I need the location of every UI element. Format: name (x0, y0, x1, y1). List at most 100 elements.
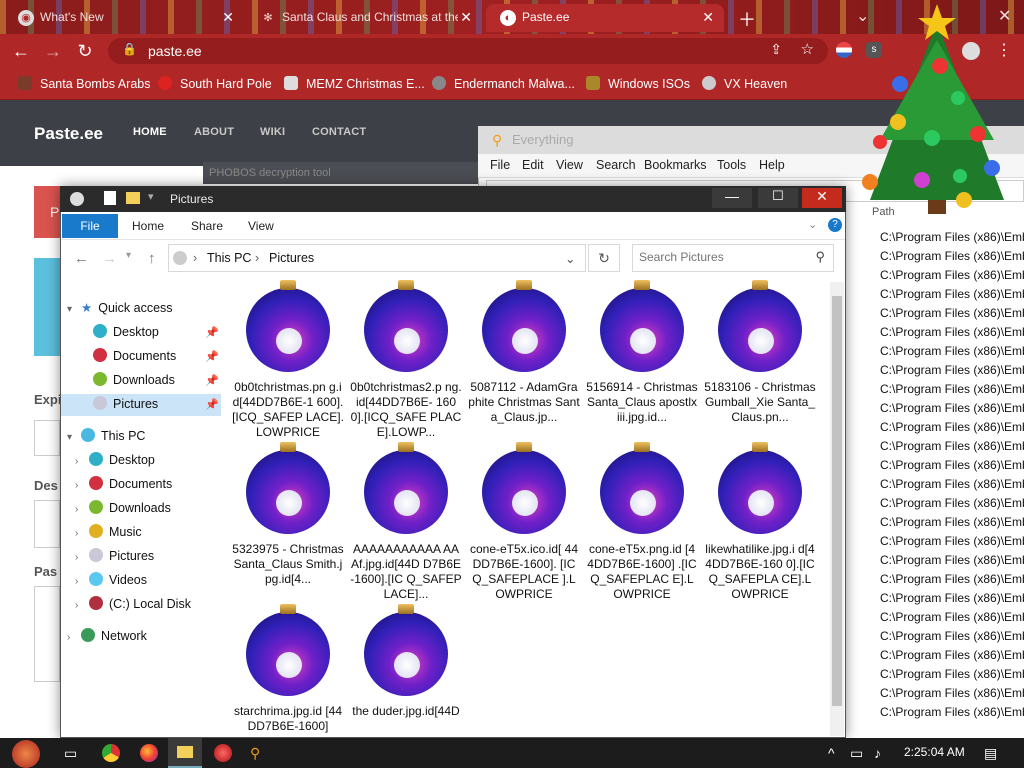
everything-result-row[interactable]: C:\Program Files (x86)\Emb (880, 363, 1024, 377)
chevron-right-icon[interactable]: › (75, 456, 89, 467)
help-icon[interactable]: ? (828, 218, 842, 232)
everything-result-row[interactable]: C:\Program Files (x86)\Emb (880, 515, 1024, 529)
everything-result-row[interactable]: C:\Program Files (x86)\Emb (880, 382, 1024, 396)
properties-icon[interactable] (104, 191, 116, 205)
chevron-right-icon[interactable]: › (75, 600, 89, 611)
bookmark-item[interactable]: MEMZ Christmas E... (284, 76, 425, 91)
tab-paste-ee[interactable]: ◐ Paste.ee ✕ (486, 4, 724, 32)
sidebar-this-pc[interactable]: ▾ This PC (67, 428, 145, 443)
tab-santa-claus[interactable]: ✻ Santa Claus and Christmas at the ✕ (246, 4, 482, 32)
chevron-down-icon[interactable]: ⌄ (565, 251, 575, 266)
back-arrow-icon[interactable]: ← (74, 250, 89, 267)
paste-textarea[interactable] (34, 586, 60, 682)
close-icon[interactable]: ✕ (222, 4, 234, 30)
search-box[interactable]: ⚲ (632, 244, 834, 272)
sidebar-item-documents[interactable]: Documents (93, 348, 176, 363)
nav-about[interactable]: ABOUT (194, 126, 234, 138)
bookmark-item[interactable]: VX Heaven (702, 76, 787, 91)
tab-share[interactable]: Share (191, 219, 223, 233)
task-view-icon[interactable]: ▭ (64, 745, 77, 762)
pin-icon[interactable]: 📌 (205, 350, 219, 363)
expand-ribbon-icon[interactable]: ⌄ (808, 218, 817, 231)
everything-result-row[interactable]: C:\Program Files (x86)\Emb (880, 553, 1024, 567)
firefox-taskbar-icon[interactable] (140, 744, 158, 762)
file-item[interactable]: 5183106 - Christmas Gumball_Xie Santa_Cl… (704, 280, 816, 425)
file-item[interactable]: 5087112 - AdamGraphite Christmas Santa_C… (468, 280, 580, 425)
ornament-taskbar-icon[interactable] (214, 744, 232, 762)
start-button[interactable] (12, 740, 40, 768)
chevron-right-icon[interactable]: › (75, 528, 89, 539)
chevron-down-icon[interactable]: ▾ (67, 304, 81, 315)
everything-result-row[interactable]: C:\Program Files (x86)\Emb (880, 439, 1024, 453)
explorer-taskbar-button[interactable] (168, 738, 202, 768)
sidebar-item-downloads[interactable]: Downloads (93, 372, 175, 387)
close-icon[interactable]: ✕ (460, 4, 472, 30)
reload-icon[interactable]: ↻ (74, 40, 96, 62)
file-item[interactable]: likewhatilike.jpg.i d[44DD7B6E-160 0].[I… (704, 442, 816, 602)
everything-result-row[interactable]: C:\Program Files (x86)\Emb (880, 477, 1024, 491)
everything-result-row[interactable]: C:\Program Files (x86)\Emb (880, 325, 1024, 339)
recent-chevron-icon[interactable]: ▾ (126, 250, 131, 261)
address-bar[interactable]: 🔒 paste.ee ⇪ ☆ (108, 38, 828, 64)
sidebar-pc-pictures[interactable]: › Pictures (75, 548, 154, 563)
sidebar-pc-documents[interactable]: › Documents (75, 476, 172, 491)
sidebar-pc-downloads[interactable]: › Downloads (75, 500, 171, 515)
refresh-button[interactable]: ↻ (588, 244, 620, 272)
tab-file[interactable]: File (62, 214, 118, 238)
chevron-down-icon[interactable]: ▾ (148, 190, 154, 203)
pin-icon[interactable]: 📌 (205, 374, 219, 387)
everything-result-row[interactable]: C:\Program Files (x86)\Emb (880, 401, 1024, 415)
everything-result-row[interactable]: C:\Program Files (x86)\Emb (880, 648, 1024, 662)
everything-result-row[interactable]: C:\Program Files (x86)\Emb (880, 686, 1024, 700)
bookmark-item[interactable]: Windows ISOs (586, 76, 690, 91)
menu-file[interactable]: File (490, 158, 510, 172)
tab-home[interactable]: Home (132, 219, 164, 233)
breadcrumb-pictures[interactable]: Pictures (269, 251, 314, 265)
menu-help[interactable]: Help (759, 158, 785, 172)
everything-result-row[interactable]: C:\Program Files (x86)\Emb (880, 268, 1024, 282)
bookmark-item[interactable]: Endermanch Malwa... (432, 76, 575, 91)
everything-result-row[interactable]: C:\Program Files (x86)\Emb (880, 629, 1024, 643)
everything-result-row[interactable]: C:\Program Files (x86)\Emb (880, 591, 1024, 605)
nav-wiki[interactable]: WIKI (260, 126, 285, 138)
tab-view[interactable]: View (248, 219, 274, 233)
bookmark-star-icon[interactable]: ☆ (801, 40, 814, 58)
nav-contact[interactable]: CONTACT (312, 126, 366, 138)
sidebar-network[interactable]: › Network (67, 628, 147, 643)
maximize-button[interactable]: ☐ (758, 188, 798, 208)
sidebar-item-desktop[interactable]: Desktop (93, 324, 159, 339)
explorer-titlebar[interactable]: ▾ Pictures — ☐ ✕ (60, 186, 846, 212)
everything-result-row[interactable]: C:\Program Files (x86)\Emb (880, 230, 1024, 244)
everything-taskbar-icon[interactable]: ⚲ (250, 745, 260, 762)
description-input[interactable] (34, 500, 60, 548)
menu-search[interactable]: Search (596, 158, 636, 172)
chevron-up-icon[interactable]: ^ (828, 745, 835, 761)
chevron-right-icon[interactable]: › (75, 504, 89, 515)
chrome-taskbar-icon[interactable] (102, 744, 120, 762)
everything-result-row[interactable]: C:\Program Files (x86)\Emb (880, 667, 1024, 681)
everything-result-row[interactable]: C:\Program Files (x86)\Emb (880, 306, 1024, 320)
address-breadcrumb[interactable]: › This PC › Pictures ⌄ (168, 244, 586, 272)
menu-edit[interactable]: Edit (522, 158, 544, 172)
quick-access[interactable]: ▾ ★ Quick access (67, 300, 173, 315)
up-arrow-icon[interactable]: ↑ (148, 250, 156, 267)
everything-result-row[interactable]: C:\Program Files (x86)\Emb (880, 496, 1024, 510)
breadcrumb-this-pc[interactable]: This PC (207, 251, 251, 265)
everything-result-row[interactable]: C:\Program Files (x86)\Emb (880, 420, 1024, 434)
everything-result-row[interactable]: C:\Program Files (x86)\Emb (880, 249, 1024, 263)
sidebar-item-pictures[interactable]: Pictures (61, 394, 221, 416)
pin-icon[interactable]: 📌 (205, 326, 219, 339)
pin-icon[interactable]: 📌 (205, 398, 219, 411)
system-clock[interactable]: 2:25:04 AM (904, 745, 965, 759)
minimize-button[interactable]: — (712, 188, 752, 208)
vertical-scrollbar[interactable] (830, 282, 844, 736)
menu-tools[interactable]: Tools (717, 158, 746, 172)
everything-result-row[interactable]: C:\Program Files (x86)\Emb (880, 705, 1024, 719)
scrollbar-thumb[interactable] (832, 296, 842, 706)
chevron-right-icon[interactable]: › (67, 632, 81, 643)
everything-result-row[interactable]: C:\Program Files (x86)\Emb (880, 344, 1024, 358)
search-input[interactable] (639, 250, 809, 264)
everything-result-row[interactable]: C:\Program Files (x86)\Emb (880, 458, 1024, 472)
close-button[interactable]: ✕ (802, 188, 842, 208)
file-item[interactable]: cone-eT5x.ico.id[ 44DD7B6E-1600]. [ICQ_S… (468, 442, 580, 602)
